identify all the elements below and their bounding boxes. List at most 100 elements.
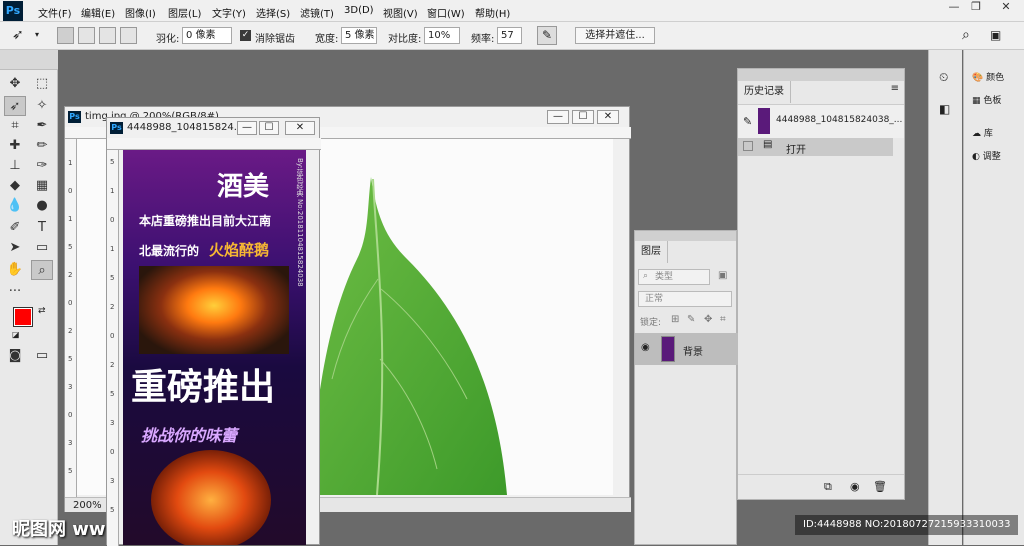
color-label: 颜色 <box>986 73 1005 83</box>
healing-tool-icon[interactable]: ✚ <box>4 136 26 156</box>
lock-brush-icon[interactable]: ✎ <box>687 314 695 325</box>
panel-header[interactable] <box>738 69 904 81</box>
swap-colors-icon[interactable]: ⇄ <box>38 306 46 316</box>
dodge-tool-icon[interactable]: ● <box>31 196 53 216</box>
menu-edit[interactable]: 编辑(E) <box>81 5 115 20</box>
move-tool-icon[interactable]: ✥ <box>4 74 26 94</box>
add-selection-button[interactable] <box>78 27 95 44</box>
ruler-tick-label: 1 <box>110 245 115 253</box>
contrast-input[interactable]: 10% <box>424 27 460 44</box>
eraser-tool-icon[interactable]: ◆ <box>4 176 26 196</box>
width-input[interactable]: 5 像素 <box>341 27 377 44</box>
antialias-checkbox[interactable]: ✓ <box>240 30 251 41</box>
panel-menu-icon[interactable]: ≡ <box>891 83 899 94</box>
more-tools-icon[interactable]: ··· <box>4 282 26 302</box>
history-panel-icon[interactable]: ⏲ <box>939 70 948 85</box>
menu-view[interactable]: 视图(V) <box>383 5 418 20</box>
default-colors-icon[interactable]: ◪ <box>12 330 20 339</box>
pen-tool-icon[interactable]: ✐ <box>4 218 26 238</box>
workspace-icon[interactable]: ▣ <box>990 28 1001 42</box>
properties-icon[interactable]: ◧ <box>939 102 950 116</box>
history-snapshot[interactable]: ✎ 4448988_104815824038_... <box>738 104 904 138</box>
subtract-selection-button[interactable] <box>99 27 116 44</box>
zoom-tool-icon[interactable]: ⌕ <box>31 260 53 280</box>
color-panel-button[interactable]: 🎨 颜色 <box>972 68 1004 88</box>
lock-pixels-icon[interactable]: ⊞ <box>671 314 679 325</box>
blend-mode-select[interactable]: 正常 <box>638 291 732 307</box>
lasso-tool-icon[interactable]: ➶ <box>4 96 26 116</box>
gradient-tool-icon[interactable]: ▦ <box>31 176 53 196</box>
quick-mask-icon[interactable]: ◙ <box>4 346 26 366</box>
menu-type[interactable]: 文字(Y) <box>212 5 246 20</box>
ruler-tick-label: 1 <box>68 215 73 223</box>
menu-image[interactable]: 图像(I) <box>125 5 156 20</box>
hand-tool-icon[interactable]: ✋ <box>4 260 26 280</box>
quick-select-tool-icon[interactable]: ✧ <box>31 96 53 116</box>
history-brush-icon: ✎ <box>743 115 753 128</box>
menu-help[interactable]: 帮助(H) <box>475 5 510 20</box>
history-tab[interactable]: 历史记录 <box>738 81 791 103</box>
doc-maximize-button[interactable]: ☐ <box>259 121 279 135</box>
swatches-label: 色板 <box>983 96 1002 106</box>
new-document-from-state-icon[interactable]: ⧉ <box>824 480 832 494</box>
intersect-selection-button[interactable] <box>120 27 137 44</box>
magnetic-lasso-icon[interactable]: ➶ <box>12 27 24 43</box>
image-filter-icon[interactable]: ▣ <box>718 270 727 281</box>
pen-pressure-icon[interactable]: ✎ <box>537 26 557 45</box>
history-brush-icon[interactable]: ✑ <box>31 156 53 176</box>
menu-3d[interactable]: 3D(D) <box>344 5 374 16</box>
crop-tool-icon[interactable]: ⌗ <box>4 116 26 136</box>
doc-minimize-button[interactable]: — <box>237 121 257 135</box>
trash-icon[interactable]: 🗑 <box>873 480 887 493</box>
ruler-tick-label: 2 <box>110 361 115 369</box>
camera-icon[interactable]: ◉ <box>850 480 860 493</box>
doc-maximize-button[interactable]: ☐ <box>572 110 594 124</box>
feather-input[interactable]: 0 像素 <box>182 27 232 44</box>
layer-name: 背景 <box>683 347 703 358</box>
adjustments-panel-button[interactable]: ◐ 调整 <box>972 147 1001 167</box>
search-icon[interactable]: ⌕ <box>962 27 970 43</box>
shape-tool-icon[interactable]: ▭ <box>31 238 53 258</box>
menu-file[interactable]: 文件(F) <box>38 5 72 20</box>
frequency-input[interactable]: 57 <box>497 27 522 44</box>
blur-tool-icon[interactable]: 💧 <box>4 196 26 216</box>
restore-button[interactable]: ❐ <box>962 0 990 16</box>
marquee-tool-icon[interactable]: ⬚ <box>31 74 53 94</box>
layer-row[interactable]: ◉ 背景 <box>635 333 738 365</box>
brush-tool-icon[interactable]: ✏ <box>31 136 53 156</box>
eye-icon[interactable]: ◉ <box>641 342 650 353</box>
layer-filter-select[interactable]: 类型 <box>638 269 710 285</box>
menu-window[interactable]: 窗口(W) <box>427 5 465 20</box>
layers-tab[interactable]: 图层 <box>635 241 668 263</box>
doc-close-button[interactable]: ✕ <box>597 110 619 124</box>
lock-position-icon[interactable]: ✥ <box>704 314 712 325</box>
type-tool-icon[interactable]: T <box>31 218 53 238</box>
path-select-icon[interactable]: ➤ <box>4 238 26 258</box>
toolbar-handle[interactable] <box>0 50 58 70</box>
screen-mode-icon[interactable]: ▭ <box>31 346 53 366</box>
foreground-color-swatch[interactable] <box>13 307 33 327</box>
stamp-tool-icon[interactable]: ⊥ <box>4 156 26 176</box>
libraries-panel-button[interactable]: ☁ 库 <box>972 124 993 144</box>
ruler-tick-label: 5 <box>110 274 115 282</box>
lock-artboard-icon[interactable]: ⌗ <box>720 314 726 325</box>
chevron-down-icon[interactable]: ▾ <box>35 30 39 39</box>
ruler-tick-label: 0 <box>110 332 115 340</box>
swatches-panel-button[interactable]: ▦ 色板 <box>972 91 1001 111</box>
menu-filter[interactable]: 滤镜(T) <box>300 5 334 20</box>
menu-select[interactable]: 选择(S) <box>256 5 290 20</box>
doc-minimize-button[interactable]: — <box>547 110 569 124</box>
select-and-mask-button[interactable]: 选择并遮住... <box>575 27 655 44</box>
close-button[interactable]: ✕ <box>992 0 1020 16</box>
history-step-checkbox[interactable] <box>743 141 753 151</box>
history-step[interactable]: ▤ 打开 <box>738 138 893 156</box>
poster-canvas[interactable]: 酒美 本店重磅推出目前大江南 北最流行的 火焰醉鹅 重磅推出 挑战你的味蕾 By… <box>123 150 306 545</box>
photoshop-logo: Ps <box>3 1 23 21</box>
panel-header[interactable] <box>635 231 736 241</box>
zoom-level[interactable]: 200% <box>73 500 102 511</box>
ruler-tick-label: 5 <box>68 355 73 363</box>
doc-close-button[interactable]: ✕ <box>285 121 315 135</box>
new-selection-button[interactable] <box>57 27 74 44</box>
eyedropper-tool-icon[interactable]: ✒ <box>31 116 53 136</box>
menu-layer[interactable]: 图层(L) <box>168 5 201 20</box>
